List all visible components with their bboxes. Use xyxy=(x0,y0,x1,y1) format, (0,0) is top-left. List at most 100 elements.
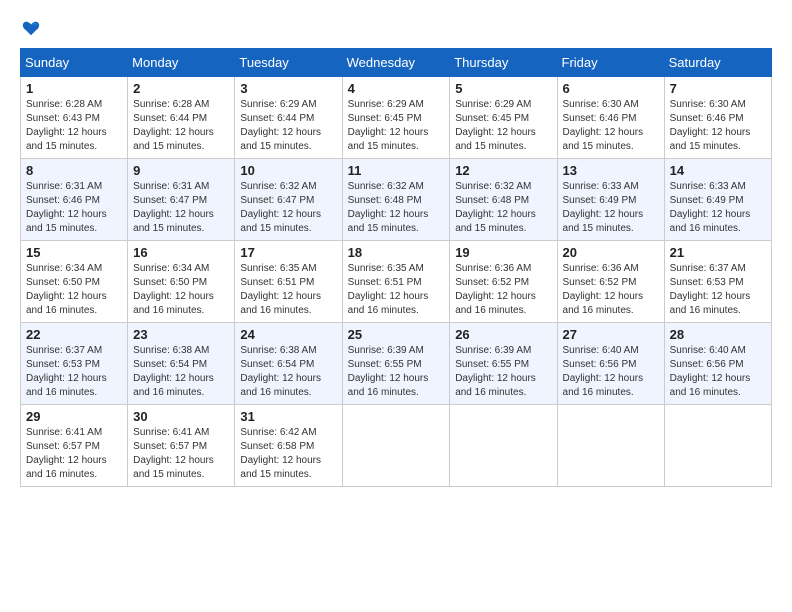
calendar-day-cell: 30 Sunrise: 6:41 AMSunset: 6:57 PMDaylig… xyxy=(128,405,235,487)
calendar-day-cell: 27 Sunrise: 6:40 AMSunset: 6:56 PMDaylig… xyxy=(557,323,664,405)
day-number: 12 xyxy=(455,163,551,178)
day-of-week-header: Saturday xyxy=(664,49,771,77)
calendar-day-cell xyxy=(557,405,664,487)
day-of-week-header: Wednesday xyxy=(342,49,450,77)
day-number: 16 xyxy=(133,245,229,260)
calendar-day-cell: 16 Sunrise: 6:34 AMSunset: 6:50 PMDaylig… xyxy=(128,241,235,323)
calendar-day-cell: 22 Sunrise: 6:37 AMSunset: 6:53 PMDaylig… xyxy=(21,323,128,405)
calendar-day-cell: 8 Sunrise: 6:31 AMSunset: 6:46 PMDayligh… xyxy=(21,159,128,241)
day-of-week-header: Monday xyxy=(128,49,235,77)
day-info: Sunrise: 6:40 AMSunset: 6:56 PMDaylight:… xyxy=(670,345,751,398)
calendar-week-row: 15 Sunrise: 6:34 AMSunset: 6:50 PMDaylig… xyxy=(21,241,772,323)
calendar-week-row: 22 Sunrise: 6:37 AMSunset: 6:53 PMDaylig… xyxy=(21,323,772,405)
day-number: 8 xyxy=(26,163,122,178)
day-info: Sunrise: 6:34 AMSunset: 6:50 PMDaylight:… xyxy=(26,263,107,316)
calendar-day-cell xyxy=(342,405,450,487)
day-info: Sunrise: 6:42 AMSunset: 6:58 PMDaylight:… xyxy=(240,427,321,480)
calendar-day-cell: 18 Sunrise: 6:35 AMSunset: 6:51 PMDaylig… xyxy=(342,241,450,323)
calendar-day-cell: 4 Sunrise: 6:29 AMSunset: 6:45 PMDayligh… xyxy=(342,77,450,159)
day-info: Sunrise: 6:36 AMSunset: 6:52 PMDaylight:… xyxy=(455,263,536,316)
day-number: 25 xyxy=(348,327,445,342)
calendar-day-cell: 9 Sunrise: 6:31 AMSunset: 6:47 PMDayligh… xyxy=(128,159,235,241)
calendar-day-cell: 5 Sunrise: 6:29 AMSunset: 6:45 PMDayligh… xyxy=(450,77,557,159)
calendar-day-cell: 29 Sunrise: 6:41 AMSunset: 6:57 PMDaylig… xyxy=(21,405,128,487)
day-number: 26 xyxy=(455,327,551,342)
day-number: 2 xyxy=(133,81,229,96)
calendar-day-cell: 14 Sunrise: 6:33 AMSunset: 6:49 PMDaylig… xyxy=(664,159,771,241)
day-info: Sunrise: 6:30 AMSunset: 6:46 PMDaylight:… xyxy=(563,99,644,152)
day-number: 29 xyxy=(26,409,122,424)
day-info: Sunrise: 6:39 AMSunset: 6:55 PMDaylight:… xyxy=(455,345,536,398)
day-number: 3 xyxy=(240,81,336,96)
calendar-day-cell: 28 Sunrise: 6:40 AMSunset: 6:56 PMDaylig… xyxy=(664,323,771,405)
logo xyxy=(20,20,40,38)
calendar-day-cell: 23 Sunrise: 6:38 AMSunset: 6:54 PMDaylig… xyxy=(128,323,235,405)
day-number: 11 xyxy=(348,163,445,178)
day-number: 20 xyxy=(563,245,659,260)
page-header xyxy=(20,20,772,38)
day-number: 13 xyxy=(563,163,659,178)
day-info: Sunrise: 6:33 AMSunset: 6:49 PMDaylight:… xyxy=(670,181,751,234)
day-info: Sunrise: 6:35 AMSunset: 6:51 PMDaylight:… xyxy=(240,263,321,316)
day-number: 22 xyxy=(26,327,122,342)
day-number: 7 xyxy=(670,81,766,96)
calendar-day-cell: 15 Sunrise: 6:34 AMSunset: 6:50 PMDaylig… xyxy=(21,241,128,323)
day-info: Sunrise: 6:38 AMSunset: 6:54 PMDaylight:… xyxy=(240,345,321,398)
day-number: 10 xyxy=(240,163,336,178)
day-number: 1 xyxy=(26,81,122,96)
day-number: 4 xyxy=(348,81,445,96)
calendar-day-cell: 25 Sunrise: 6:39 AMSunset: 6:55 PMDaylig… xyxy=(342,323,450,405)
day-info: Sunrise: 6:37 AMSunset: 6:53 PMDaylight:… xyxy=(670,263,751,316)
day-info: Sunrise: 6:37 AMSunset: 6:53 PMDaylight:… xyxy=(26,345,107,398)
calendar-header-row: SundayMondayTuesdayWednesdayThursdayFrid… xyxy=(21,49,772,77)
day-info: Sunrise: 6:31 AMSunset: 6:47 PMDaylight:… xyxy=(133,181,214,234)
day-info: Sunrise: 6:28 AMSunset: 6:43 PMDaylight:… xyxy=(26,99,107,152)
calendar-day-cell: 6 Sunrise: 6:30 AMSunset: 6:46 PMDayligh… xyxy=(557,77,664,159)
calendar-day-cell: 7 Sunrise: 6:30 AMSunset: 6:46 PMDayligh… xyxy=(664,77,771,159)
calendar-day-cell xyxy=(664,405,771,487)
calendar-table: SundayMondayTuesdayWednesdayThursdayFrid… xyxy=(20,48,772,487)
day-info: Sunrise: 6:32 AMSunset: 6:48 PMDaylight:… xyxy=(348,181,429,234)
calendar-day-cell: 1 Sunrise: 6:28 AMSunset: 6:43 PMDayligh… xyxy=(21,77,128,159)
day-of-week-header: Friday xyxy=(557,49,664,77)
calendar-week-row: 8 Sunrise: 6:31 AMSunset: 6:46 PMDayligh… xyxy=(21,159,772,241)
calendar-day-cell: 31 Sunrise: 6:42 AMSunset: 6:58 PMDaylig… xyxy=(235,405,342,487)
day-info: Sunrise: 6:41 AMSunset: 6:57 PMDaylight:… xyxy=(133,427,214,480)
day-info: Sunrise: 6:38 AMSunset: 6:54 PMDaylight:… xyxy=(133,345,214,398)
day-number: 31 xyxy=(240,409,336,424)
day-info: Sunrise: 6:30 AMSunset: 6:46 PMDaylight:… xyxy=(670,99,751,152)
calendar-day-cell: 10 Sunrise: 6:32 AMSunset: 6:47 PMDaylig… xyxy=(235,159,342,241)
calendar-day-cell: 19 Sunrise: 6:36 AMSunset: 6:52 PMDaylig… xyxy=(450,241,557,323)
day-info: Sunrise: 6:36 AMSunset: 6:52 PMDaylight:… xyxy=(563,263,644,316)
calendar-day-cell: 17 Sunrise: 6:35 AMSunset: 6:51 PMDaylig… xyxy=(235,241,342,323)
day-number: 30 xyxy=(133,409,229,424)
day-number: 18 xyxy=(348,245,445,260)
day-number: 27 xyxy=(563,327,659,342)
logo-bird-icon xyxy=(22,20,40,38)
calendar-day-cell: 12 Sunrise: 6:32 AMSunset: 6:48 PMDaylig… xyxy=(450,159,557,241)
calendar-week-row: 29 Sunrise: 6:41 AMSunset: 6:57 PMDaylig… xyxy=(21,405,772,487)
calendar-day-cell: 20 Sunrise: 6:36 AMSunset: 6:52 PMDaylig… xyxy=(557,241,664,323)
calendar-day-cell: 21 Sunrise: 6:37 AMSunset: 6:53 PMDaylig… xyxy=(664,241,771,323)
day-number: 6 xyxy=(563,81,659,96)
day-number: 28 xyxy=(670,327,766,342)
calendar-day-cell: 2 Sunrise: 6:28 AMSunset: 6:44 PMDayligh… xyxy=(128,77,235,159)
day-info: Sunrise: 6:28 AMSunset: 6:44 PMDaylight:… xyxy=(133,99,214,152)
day-number: 23 xyxy=(133,327,229,342)
day-number: 21 xyxy=(670,245,766,260)
calendar-day-cell: 13 Sunrise: 6:33 AMSunset: 6:49 PMDaylig… xyxy=(557,159,664,241)
day-info: Sunrise: 6:34 AMSunset: 6:50 PMDaylight:… xyxy=(133,263,214,316)
day-number: 17 xyxy=(240,245,336,260)
day-info: Sunrise: 6:31 AMSunset: 6:46 PMDaylight:… xyxy=(26,181,107,234)
calendar-day-cell: 3 Sunrise: 6:29 AMSunset: 6:44 PMDayligh… xyxy=(235,77,342,159)
calendar-week-row: 1 Sunrise: 6:28 AMSunset: 6:43 PMDayligh… xyxy=(21,77,772,159)
day-info: Sunrise: 6:29 AMSunset: 6:44 PMDaylight:… xyxy=(240,99,321,152)
day-number: 19 xyxy=(455,245,551,260)
calendar-day-cell: 24 Sunrise: 6:38 AMSunset: 6:54 PMDaylig… xyxy=(235,323,342,405)
day-info: Sunrise: 6:33 AMSunset: 6:49 PMDaylight:… xyxy=(563,181,644,234)
day-info: Sunrise: 6:41 AMSunset: 6:57 PMDaylight:… xyxy=(26,427,107,480)
day-number: 24 xyxy=(240,327,336,342)
day-number: 14 xyxy=(670,163,766,178)
calendar-day-cell: 26 Sunrise: 6:39 AMSunset: 6:55 PMDaylig… xyxy=(450,323,557,405)
day-info: Sunrise: 6:32 AMSunset: 6:47 PMDaylight:… xyxy=(240,181,321,234)
